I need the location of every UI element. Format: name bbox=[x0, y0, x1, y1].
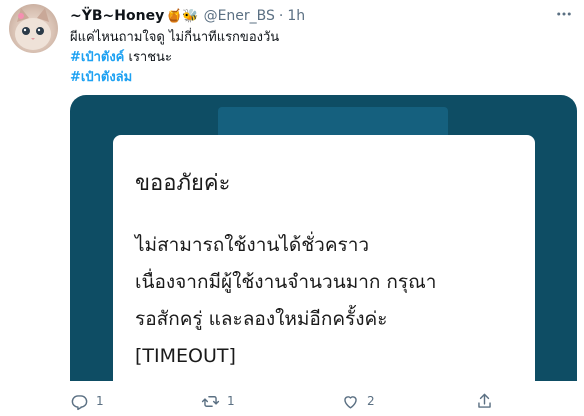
dialog-message: ไม่สามารถใช้งานได้ชั่วคราว เนื่องจากมีผู… bbox=[135, 227, 525, 375]
reply-icon bbox=[71, 394, 88, 410]
tweet-text: ผีแค่ไหนถามใจดู ไม่กี่นาทีแรกของวัน #เป๋… bbox=[70, 28, 279, 88]
retweet-button[interactable]: 1 bbox=[201, 392, 235, 411]
retweet-count: 1 bbox=[227, 394, 235, 408]
error-dialog: ขออภัยค่ะ ไม่สามารถใช้งานได้ชั่วคราว เนื… bbox=[113, 135, 535, 381]
tweet-media-image[interactable]: ขออภัยค่ะ ไม่สามารถใช้งานได้ชั่วคราว เนื… bbox=[70, 95, 577, 381]
dot-separator: · bbox=[278, 8, 284, 24]
dialog-message-line: [TIMEOUT] bbox=[135, 345, 236, 367]
reply-count: 1 bbox=[96, 394, 104, 408]
tweet-timestamp[interactable]: 1h bbox=[287, 8, 305, 24]
tweet-header: ~ŸB~Honey 🍯🐝 @Ener_BS · 1h bbox=[70, 6, 305, 26]
more-icon[interactable] bbox=[552, 4, 576, 24]
like-count: 2 bbox=[367, 394, 375, 408]
tweet-text-rest: เราชนะ bbox=[124, 50, 172, 65]
share-icon bbox=[478, 393, 491, 408]
name-emojis: 🍯🐝 bbox=[166, 8, 199, 24]
reply-button[interactable]: 1 bbox=[70, 392, 104, 411]
dialog-message-line: รอสักครู่ และลองใหม่อีกครั้งค่ะ bbox=[135, 308, 388, 330]
like-icon bbox=[344, 395, 357, 409]
dialog-title: ขออภัยค่ะ bbox=[135, 171, 231, 196]
tweet-actions: 1 1 2 bbox=[70, 390, 570, 412]
retweet-icon bbox=[201, 395, 220, 407]
display-name[interactable]: ~ŸB~Honey bbox=[70, 8, 164, 24]
hashtag-link[interactable]: #เป๋าตังค์ bbox=[70, 50, 124, 65]
tweet-text-line1: ผีแค่ไหนถามใจดู ไม่กี่นาทีแรกของวัน bbox=[70, 30, 280, 45]
tweet-text-line2: #เป๋าตังค์ เราชนะ bbox=[70, 48, 279, 68]
share-button[interactable] bbox=[475, 392, 494, 411]
dialog-message-line: เนื่องจากมีผู้ใช้งานจำนวนมาก กรุณา bbox=[135, 271, 437, 293]
dialog-message-line: ไม่สามารถใช้งานได้ชั่วคราว bbox=[135, 234, 370, 256]
like-button[interactable]: 2 bbox=[341, 392, 375, 411]
tweet-text-line3: #เป๋าตังล่ม bbox=[70, 68, 279, 88]
hashtag-link[interactable]: #เป๋าตังล่ม bbox=[70, 70, 132, 85]
user-handle[interactable]: @Ener_BS bbox=[204, 8, 275, 24]
avatar[interactable] bbox=[9, 4, 58, 53]
